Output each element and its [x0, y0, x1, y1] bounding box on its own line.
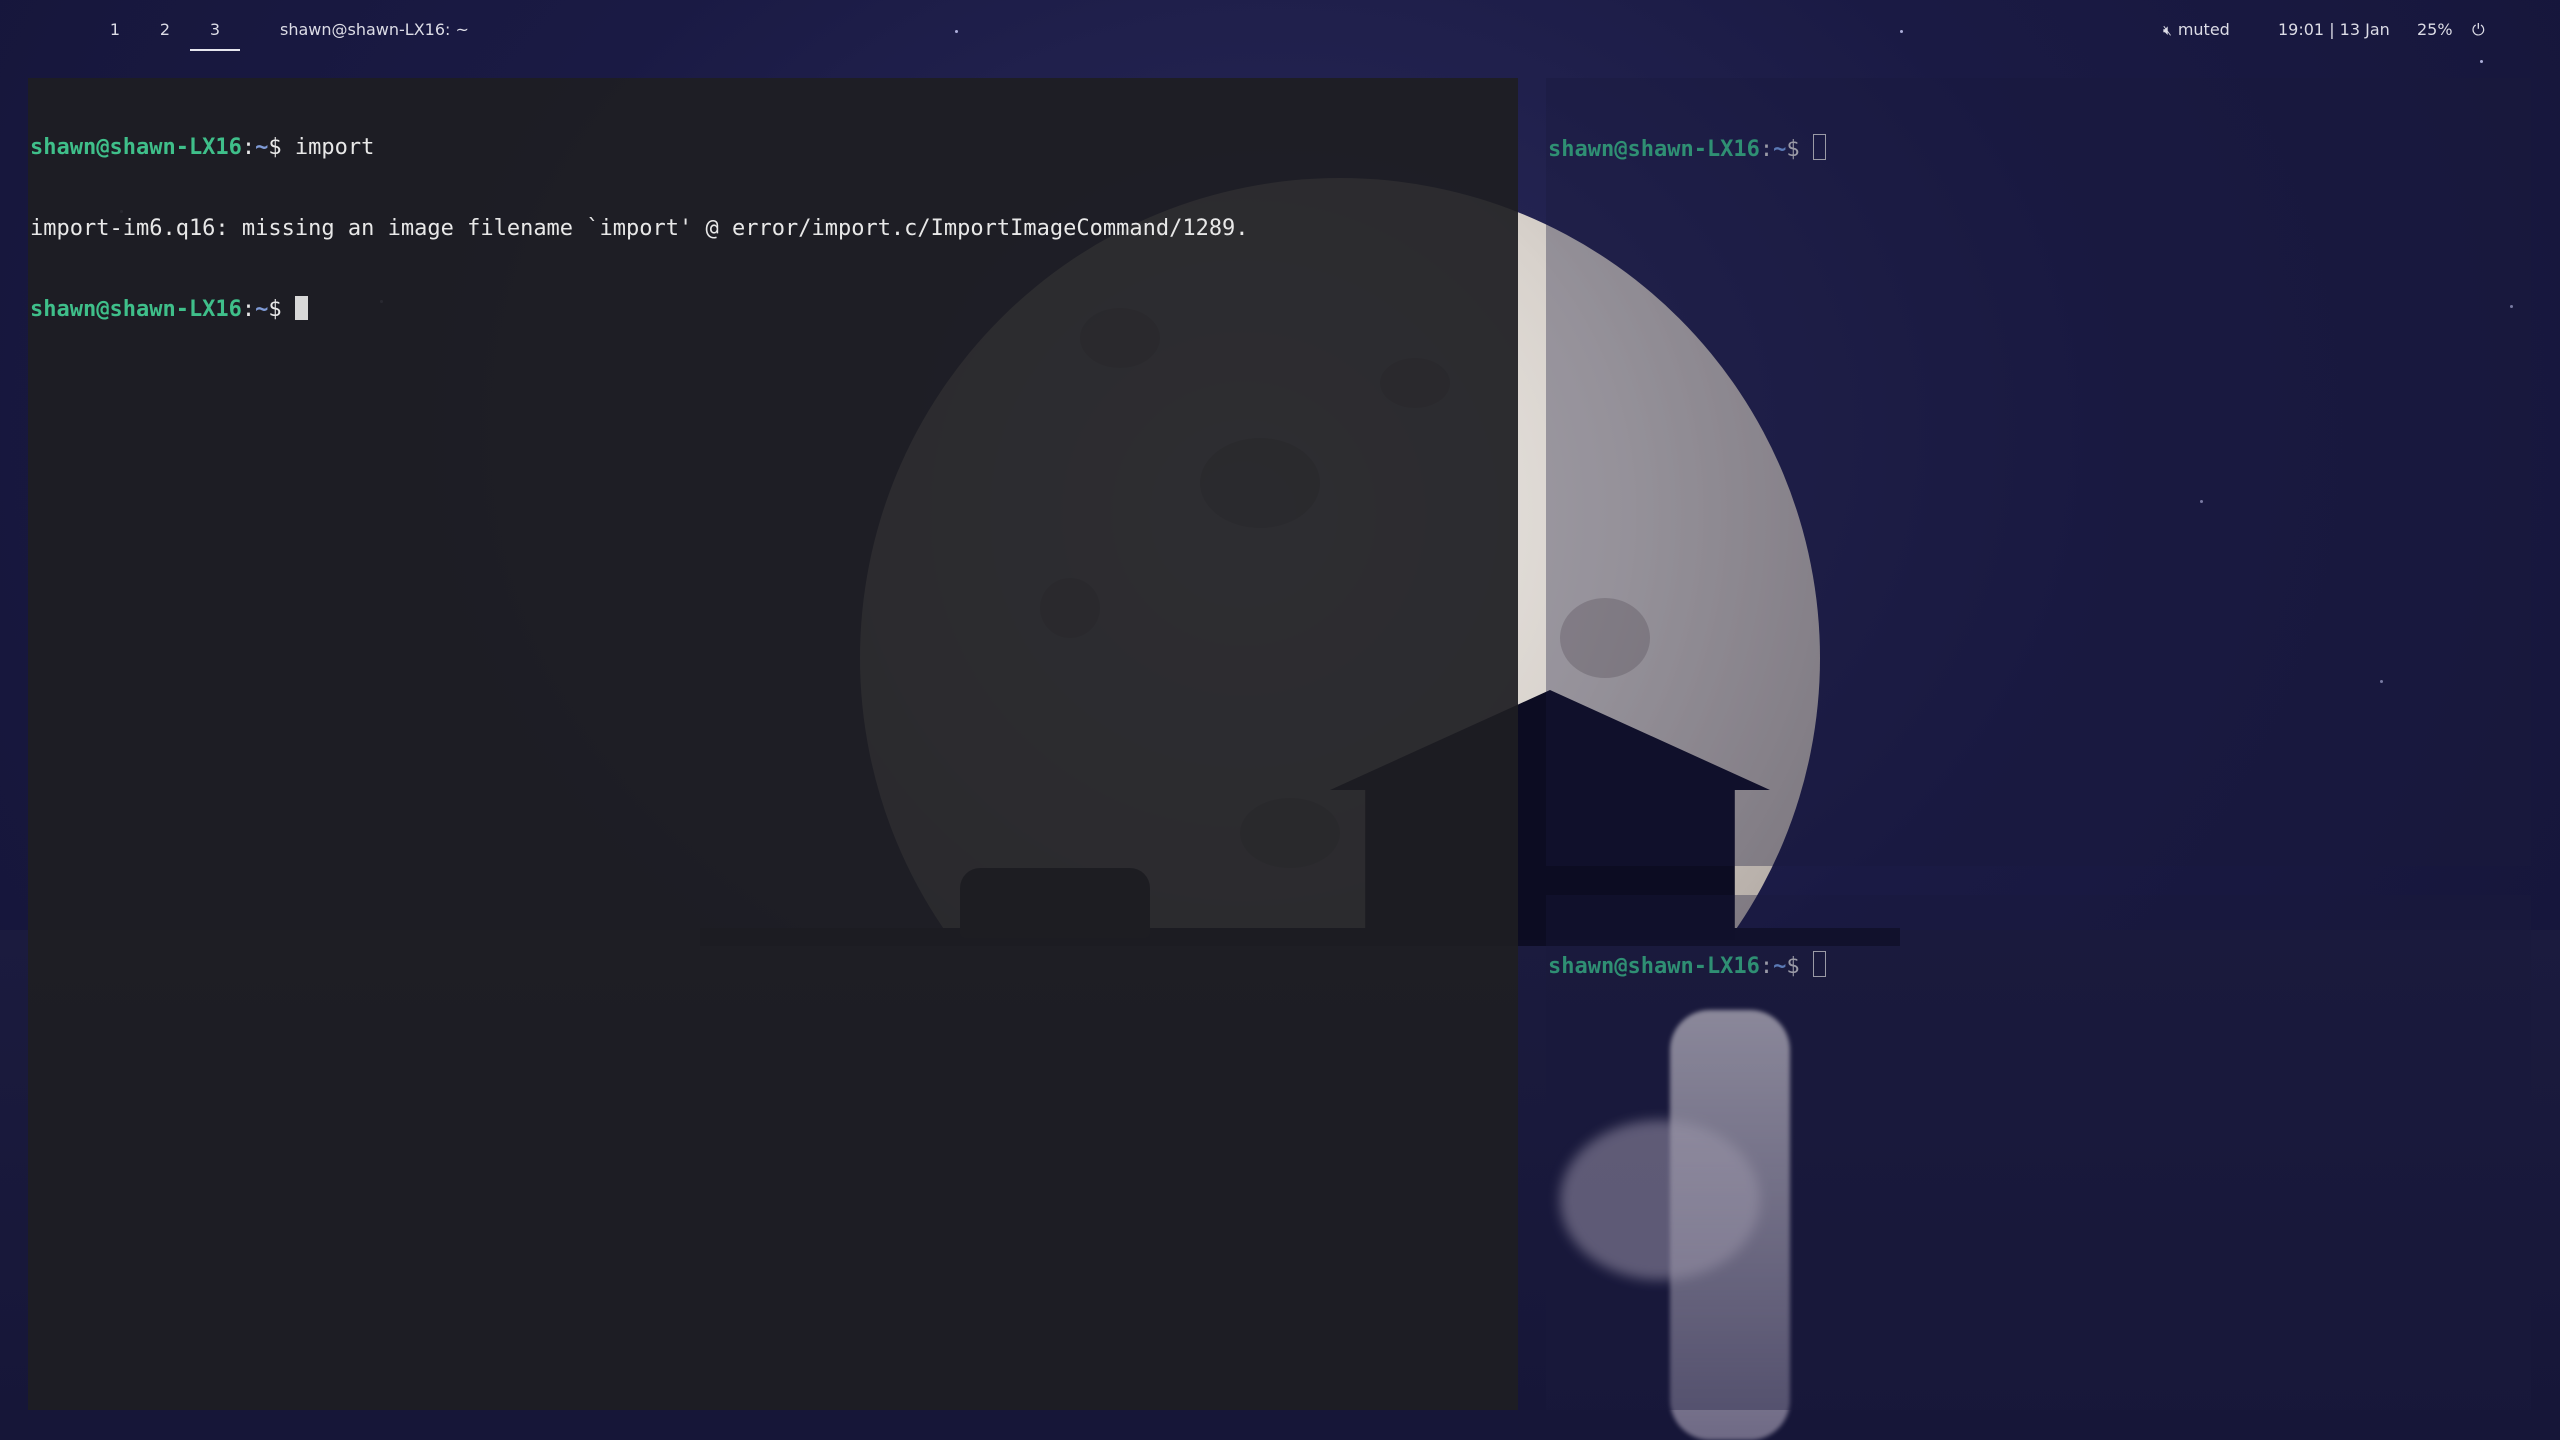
prompt-symbol: $: [1786, 137, 1813, 162]
power-icon: ⏻: [2472, 20, 2485, 39]
prompt-path: ~: [255, 297, 269, 322]
prompt-user: shawn@shawn-LX16: [1548, 137, 1760, 162]
terminal-main[interactable]: shawn@shawn-LX16:~$ import import-im6.q1…: [28, 78, 1518, 1410]
workspace-1[interactable]: 1: [90, 20, 140, 39]
terminal-line: shawn@shawn-LX16:~$: [30, 296, 1516, 323]
text-cursor: [1812, 951, 1826, 977]
prompt-separator: :: [1759, 137, 1774, 162]
prompt-separator: :: [1759, 954, 1774, 979]
command-text: import: [294, 135, 375, 160]
prompt-user: shawn@shawn-LX16: [30, 297, 242, 322]
focused-window-title: shawn@shawn-LX16: ~: [280, 20, 469, 39]
prompt-separator: :: [241, 135, 256, 160]
speaker-muted-icon: 🔇︎: [2163, 23, 2172, 39]
clock: 19:01 | 13 Jan: [2278, 20, 2390, 39]
terminal-line: shawn@shawn-LX16:~$: [1548, 134, 2529, 162]
status-bar: 1 2 3 shawn@shawn-LX16: ~ 🔇︎ muted 19:01 …: [0, 0, 2560, 62]
terminal-line: shawn@shawn-LX16:~$ import: [30, 134, 1516, 161]
volume-status: muted: [2177, 20, 2230, 39]
terminal-top-right[interactable]: shawn@shawn-LX16:~$: [1546, 78, 2531, 866]
prompt-user: shawn@shawn-LX16: [30, 135, 242, 160]
prompt-user: shawn@shawn-LX16: [1548, 954, 1760, 979]
terminal-line: shawn@shawn-LX16:~$: [1548, 951, 2529, 979]
text-cursor: [294, 296, 308, 320]
prompt-separator: :: [241, 297, 256, 322]
prompt-symbol: $: [268, 135, 295, 160]
terminal-output: import-im6.q16: missing an image filenam…: [30, 216, 1249, 241]
prompt-symbol: $: [1786, 954, 1813, 979]
prompt-path: ~: [255, 135, 269, 160]
power-button[interactable]: ⏻: [2472, 20, 2485, 40]
volume-indicator[interactable]: 🔇︎ muted: [2163, 20, 2230, 39]
workspace-2[interactable]: 2: [140, 20, 190, 39]
terminal-bottom-right[interactable]: shawn@shawn-LX16:~$: [1546, 895, 2531, 1410]
text-cursor: [1812, 134, 1826, 160]
workspace-3[interactable]: 3: [190, 20, 240, 51]
battery-indicator: 25%: [2417, 20, 2453, 39]
prompt-path: ~: [1773, 954, 1787, 979]
prompt-symbol: $: [268, 297, 295, 322]
prompt-path: ~: [1773, 137, 1787, 162]
